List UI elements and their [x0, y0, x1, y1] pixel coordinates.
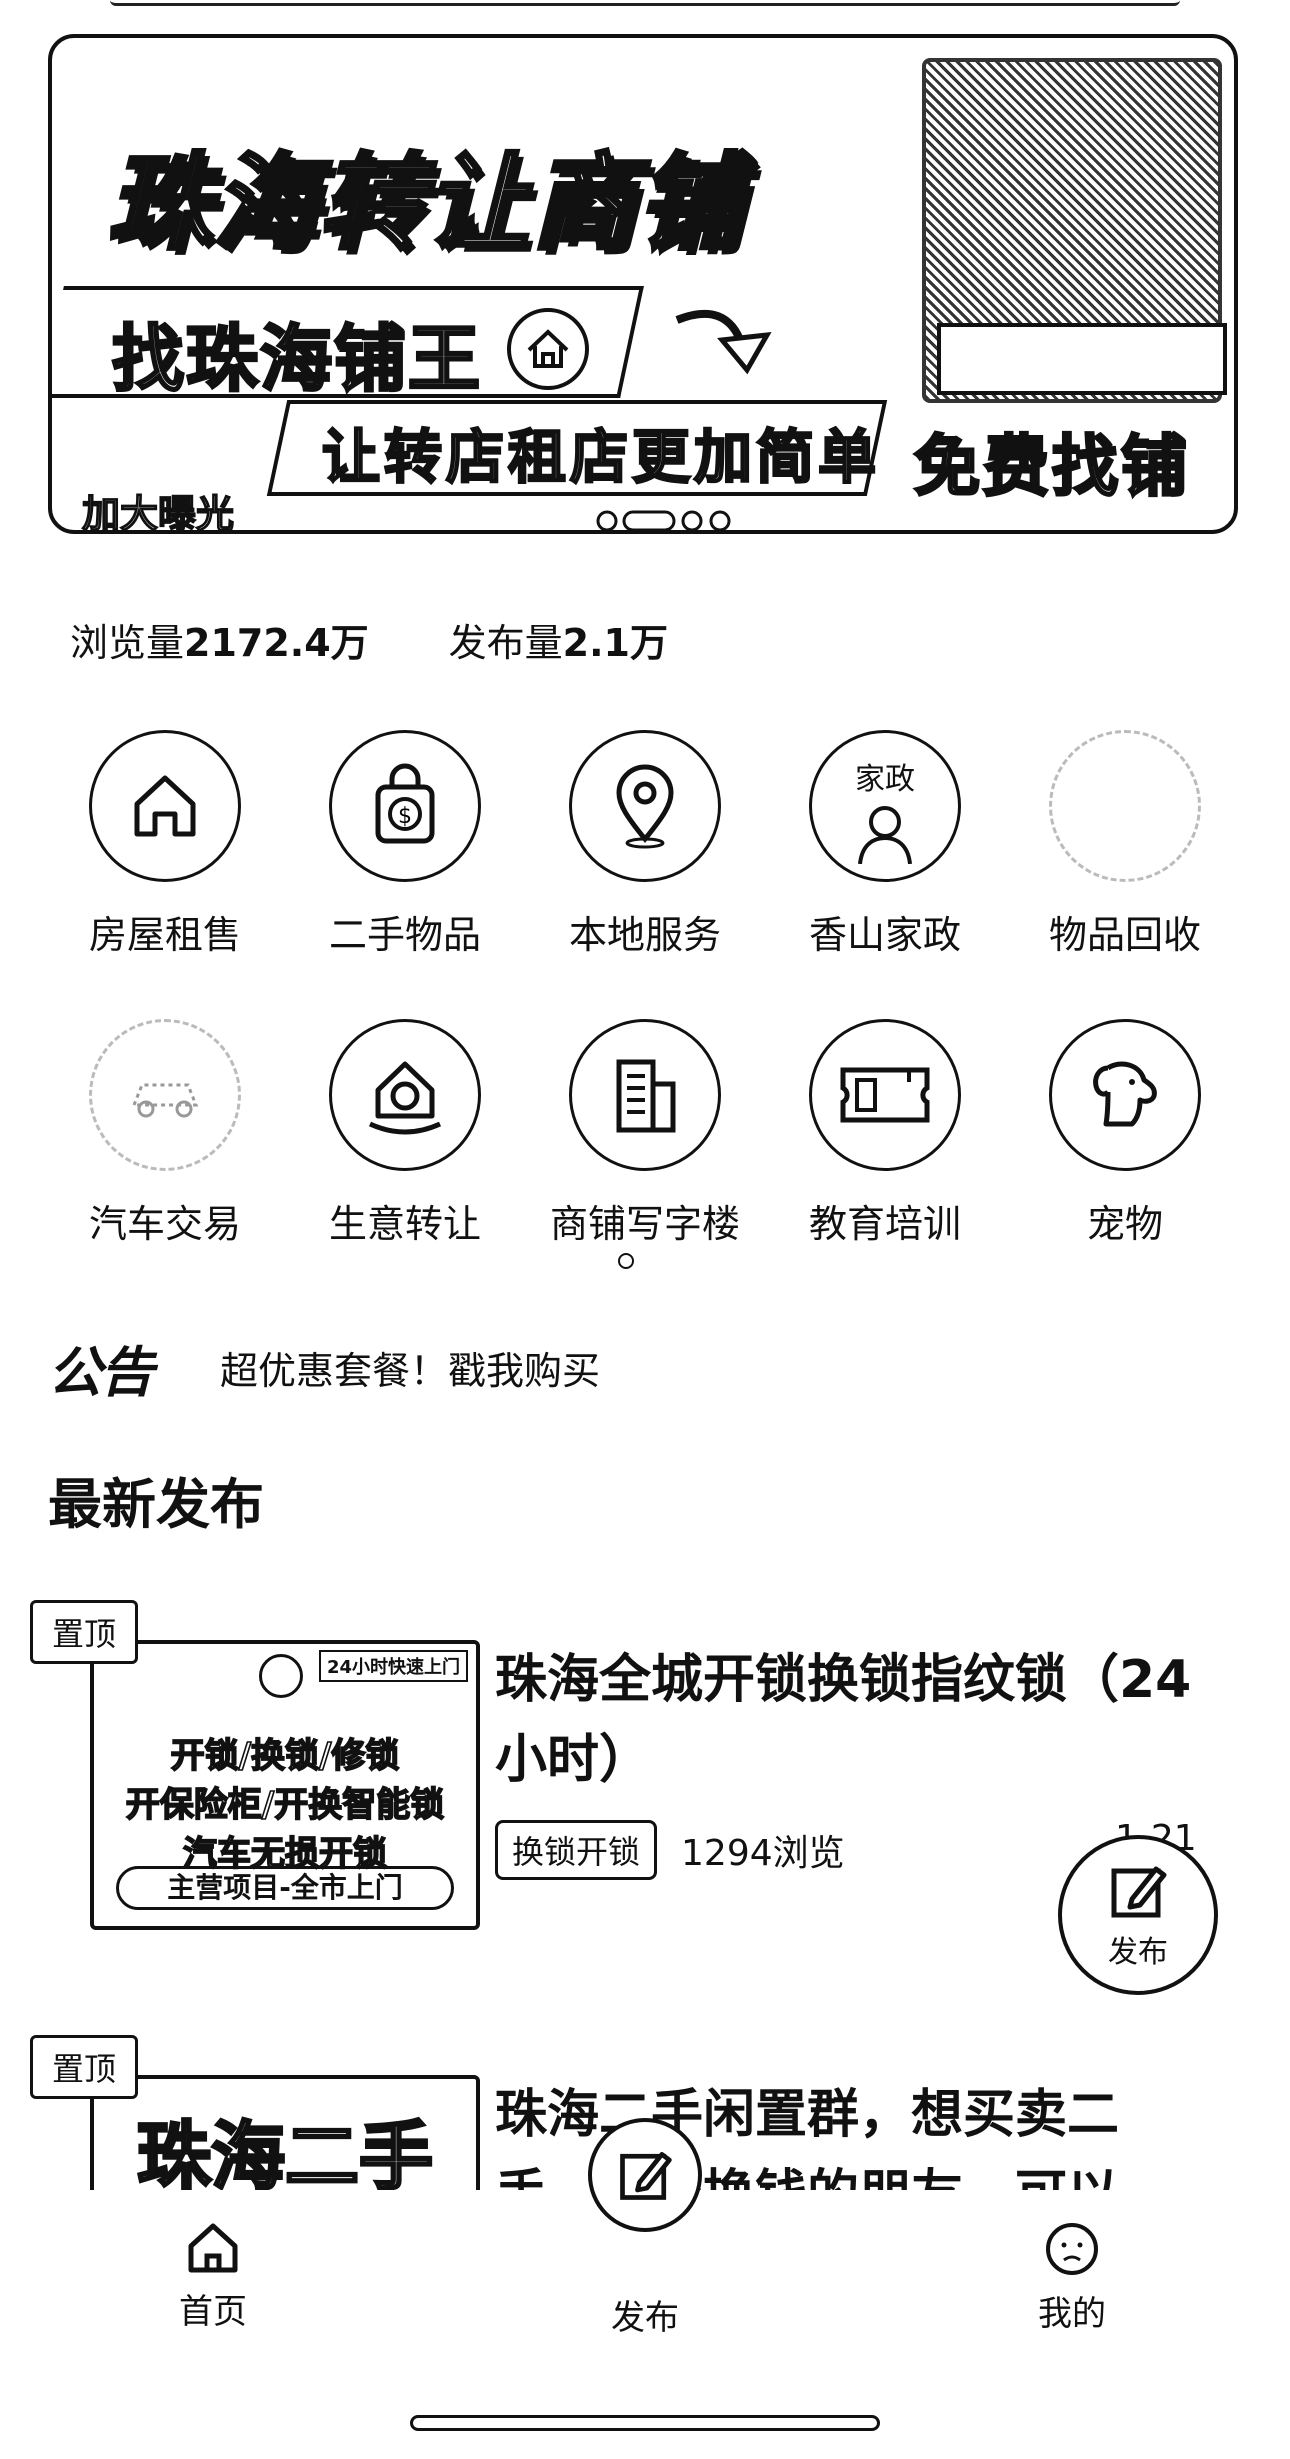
edit-icon — [1111, 1866, 1167, 1918]
banner-cta: 免费找铺 — [913, 427, 1190, 507]
notice-bar[interactable]: 公告 超优惠套餐！戳我购买 — [48, 1328, 600, 1407]
category-local-service[interactable]: 本地服务 — [525, 730, 765, 959]
category-pet[interactable]: 宠物 — [1005, 1019, 1245, 1248]
category-business-transfer[interactable]: 生意转让 — [285, 1019, 525, 1248]
category-secondhand[interactable]: $ 二手物品 — [285, 730, 525, 959]
latest-posts-title: 最新发布 — [48, 1473, 264, 1536]
tab-publish[interactable] — [588, 2118, 702, 2232]
banner-pagination-dots — [596, 510, 731, 530]
category-house[interactable]: 房屋租售 — [45, 730, 285, 959]
recycle-icon — [1049, 730, 1201, 882]
category-car[interactable]: 汽车交易 — [45, 1019, 285, 1248]
posts-stat: 发布量2.1万 — [448, 621, 668, 665]
housekeeping-icon: 家政 — [809, 730, 961, 882]
post-thumbnail: 珠海二手 — [90, 2075, 480, 2190]
category-education[interactable]: 教育培训 — [765, 1019, 1005, 1248]
grid-pagination-dot — [618, 1253, 634, 1269]
banner-tagline: 找珠海铺王 — [110, 316, 483, 403]
views-stat: 浏览量2172.4万 — [70, 621, 369, 665]
svg-text:$: $ — [398, 804, 412, 829]
stats-row: 浏览量2172.4万 发布量2.1万 — [70, 612, 668, 667]
banner-title: 珠海转让商铺 — [105, 140, 744, 266]
banner-subtitle: 让转店租店更加简单 — [321, 422, 881, 493]
curved-arrow-icon — [675, 309, 772, 375]
house-icon — [89, 730, 241, 882]
notice-text[interactable]: 超优惠套餐！戳我购买 — [220, 1340, 600, 1395]
status-bar-edge — [110, 0, 1180, 6]
pinned-badge: 置顶 — [30, 2035, 138, 2099]
post-tag: 换锁开锁 — [495, 1820, 658, 1880]
qr-code-caption-box — [937, 323, 1227, 395]
house-icon — [507, 308, 589, 390]
home-indicator — [410, 2415, 880, 2431]
ticket-icon — [809, 1019, 961, 1171]
office-building-icon — [569, 1019, 721, 1171]
post-views: 1294浏览 — [681, 1833, 845, 1874]
post-title: 珠海全城开锁换锁指纹锁（24小时） — [495, 1650, 1192, 1790]
edit-icon — [620, 2152, 672, 2200]
floating-publish-button[interactable]: 发布 — [1058, 1835, 1218, 1995]
shopping-bag-icon: $ — [329, 730, 481, 882]
promo-banner[interactable]: 珠海转让商铺 找珠海铺王 让转店租店更加简单 加大曝光 免费找铺 — [48, 34, 1238, 534]
category-grid: 房屋租售 $ 二手物品 本地服务 家政 香山家政 物品回收 汽车交易 生意转让 — [45, 730, 1245, 1248]
home-icon — [188, 2223, 238, 2273]
post-meta: 换锁开锁 1294浏览 — [495, 1820, 845, 1880]
post-thumbnail: 24小时快速上门 开锁/换锁/修锁 开保险柜/开换智能锁 汽车无损开锁 主营项目… — [90, 1640, 480, 1930]
banner-corner-label: 加大曝光 — [81, 491, 235, 534]
category-recycle[interactable]: 物品回收 — [1005, 730, 1245, 959]
location-pin-icon — [569, 730, 721, 882]
pinned-badge: 置顶 — [30, 1600, 138, 1664]
notice-tag: 公告 — [48, 1341, 154, 1404]
category-housekeeping[interactable]: 家政 香山家政 — [765, 730, 1005, 959]
tab-mine[interactable]: 我的 — [972, 2220, 1172, 2335]
tab-publish-label: 发布 — [611, 2298, 679, 2338]
business-transfer-icon — [329, 1019, 481, 1171]
car-icon — [89, 1019, 241, 1171]
profile-face-icon — [1046, 2223, 1098, 2275]
tab-home[interactable]: 首页 — [113, 2220, 313, 2333]
dog-icon — [1049, 1019, 1201, 1171]
category-office[interactable]: 商铺写字楼 — [525, 1019, 765, 1248]
lock-logo-icon — [259, 1654, 303, 1698]
